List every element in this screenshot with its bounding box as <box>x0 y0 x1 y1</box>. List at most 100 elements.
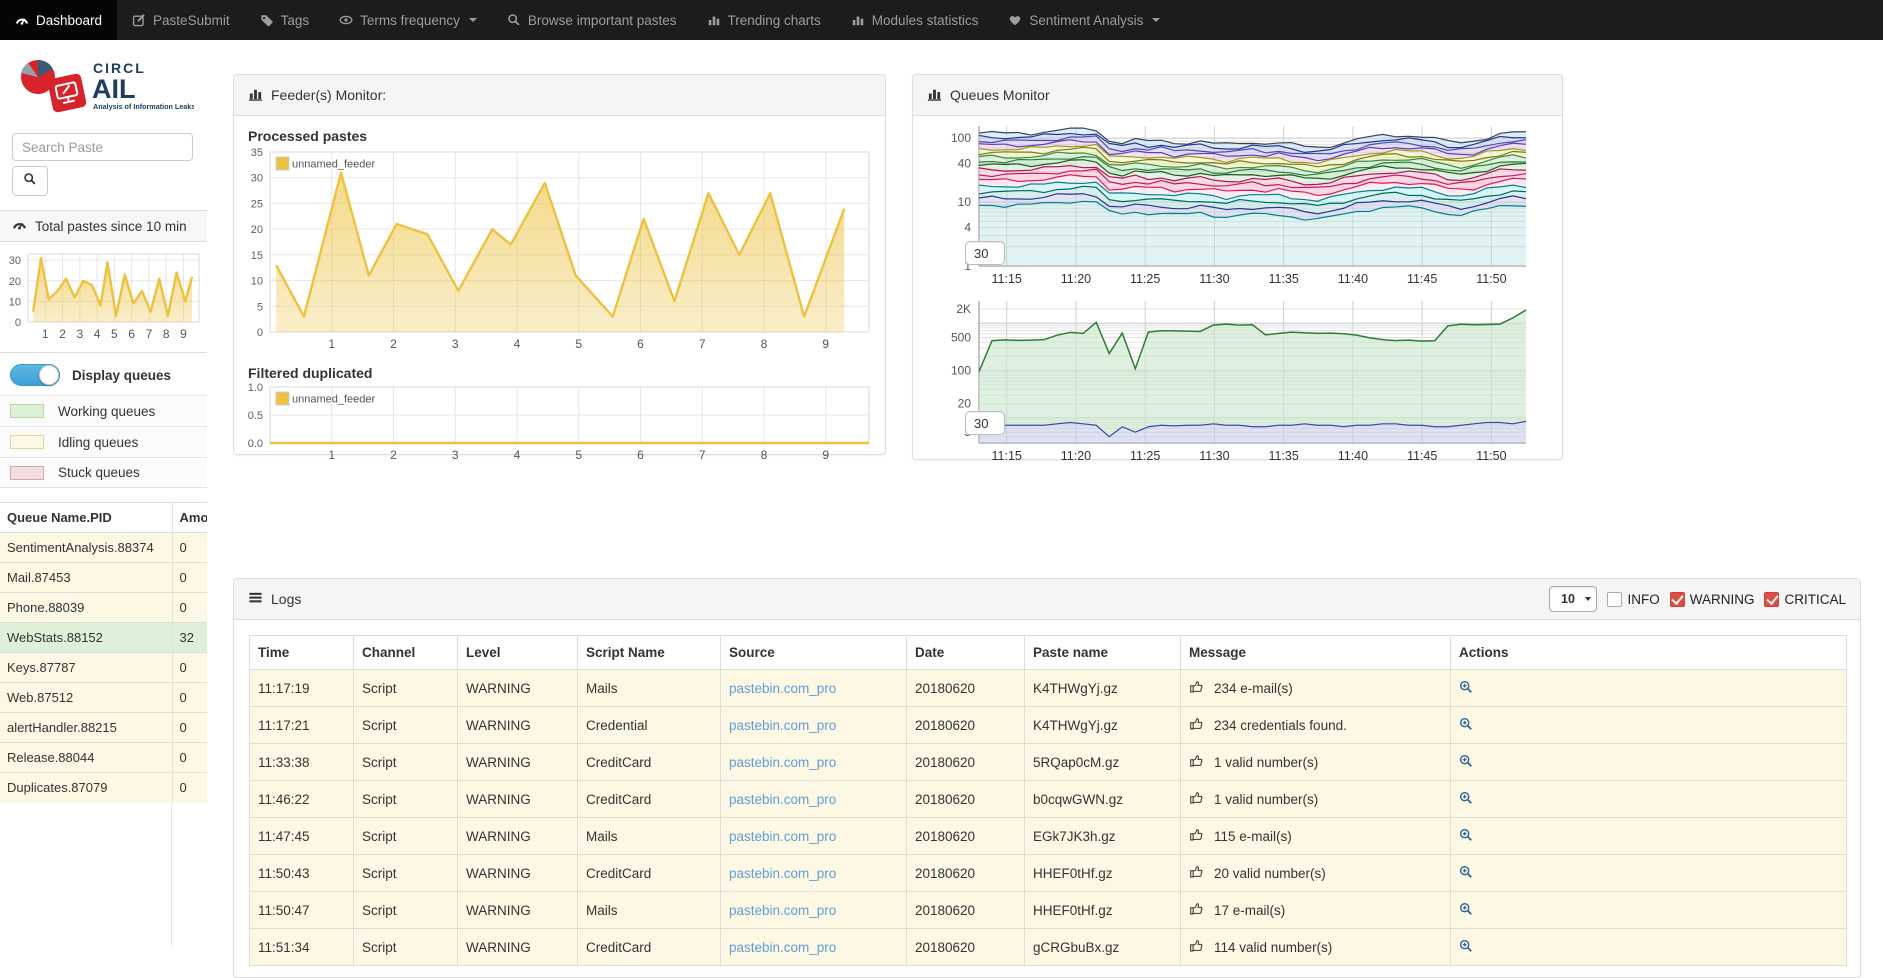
search-plus-icon[interactable] <box>1459 791 1473 805</box>
queue-row: Keys.87787 0 <box>0 653 207 683</box>
legend-item: Idling queues <box>0 426 207 457</box>
svg-text:1.0: 1.0 <box>248 383 263 394</box>
logs-column-header: Actions <box>1451 636 1847 670</box>
svg-text:11:40: 11:40 <box>1338 449 1368 463</box>
nav-item-terms-frequency[interactable]: Terms frequency <box>324 0 492 40</box>
log-date: 20180620 <box>907 707 1025 744</box>
search-plus-icon[interactable] <box>1459 717 1473 731</box>
queue-row: Release.88044 0 <box>0 743 207 773</box>
total-pastes-title: Total pastes since 10 min <box>35 219 187 234</box>
log-time: 11:33:38 <box>250 744 354 781</box>
log-source-link[interactable]: pastebin.com_pro <box>729 755 836 770</box>
nav-item-tags[interactable]: Tags <box>245 0 325 40</box>
processed-pastes-chart: 05101520253035123456789unnamed_feeder <box>244 146 875 358</box>
display-queues-row: Display queues <box>0 353 207 395</box>
svg-text:0: 0 <box>15 317 21 329</box>
log-channel: Script <box>354 818 458 855</box>
logs-column-header: Source <box>721 636 907 670</box>
thumbs-up-icon <box>1189 679 1204 697</box>
svg-text:20: 20 <box>958 397 972 411</box>
log-source-link[interactable]: pastebin.com_pro <box>729 940 836 955</box>
svg-text:1: 1 <box>328 448 335 462</box>
log-date: 20180620 <box>907 744 1025 781</box>
log-source-link[interactable]: pastebin.com_pro <box>729 681 836 696</box>
log-row: 11:50:43 Script WARNING CreditCard paste… <box>250 855 1847 892</box>
logs-header: Logs 10 INFO WARNING <box>234 579 1860 620</box>
log-source-link[interactable]: pastebin.com_pro <box>729 829 836 844</box>
svg-text:11:40: 11:40 <box>1338 272 1368 286</box>
total-pastes-header: Total pastes since 10 min <box>0 210 207 242</box>
nav-item-label: Terms frequency <box>360 13 460 28</box>
svg-text:11:30: 11:30 <box>1199 272 1229 286</box>
caret-down-icon <box>469 18 477 22</box>
search-icon <box>23 172 37 191</box>
checkbox-icon[interactable] <box>1670 592 1685 607</box>
svg-text:25: 25 <box>251 198 263 210</box>
svg-text:11:35: 11:35 <box>1268 272 1298 286</box>
log-level-filter[interactable]: CRITICAL <box>1764 592 1846 607</box>
queue-row: alertHandler.88215 0 <box>0 713 207 743</box>
page-size-select[interactable]: 10 <box>1549 586 1597 612</box>
sidebar: CIRCL AIL Analysis of Information Leaks … <box>0 40 207 946</box>
queue-table-tail <box>0 803 172 947</box>
queue-amount: 0 <box>172 533 207 563</box>
gauge-icon <box>15 13 29 27</box>
svg-text:7: 7 <box>699 337 706 351</box>
log-level-filter[interactable]: WARNING <box>1670 592 1755 607</box>
nav-item-browse-important-pastes[interactable]: Browse important pastes <box>492 0 692 40</box>
log-level: WARNING <box>458 781 578 818</box>
nav-item-pastesubmit[interactable]: PasteSubmit <box>117 0 245 40</box>
svg-text:5: 5 <box>257 301 263 313</box>
checkbox-icon[interactable] <box>1764 592 1779 607</box>
queues-chart1-window-input[interactable]: 30 <box>965 241 1005 265</box>
log-source-link[interactable]: pastebin.com_pro <box>729 866 836 881</box>
queues-rate-chart: 11:1511:2011:2511:3011:3511:4011:4511:50… <box>923 295 1554 467</box>
search-button[interactable] <box>12 166 48 196</box>
logo-monitor-icon <box>47 73 87 113</box>
checkbox-icon[interactable] <box>1607 592 1622 607</box>
display-queues-toggle[interactable] <box>10 364 60 386</box>
svg-text:2K: 2K <box>956 302 971 316</box>
nav-item-label: Modules statistics <box>872 13 979 28</box>
log-channel: Script <box>354 707 458 744</box>
svg-text:11:45: 11:45 <box>1407 449 1437 463</box>
log-source-link[interactable]: pastebin.com_pro <box>729 718 836 733</box>
queue-amount: 0 <box>172 773 207 803</box>
queue-amount: 0 <box>172 563 207 593</box>
nav-item-dashboard[interactable]: Dashboard <box>0 0 117 40</box>
nav-item-trending-charts[interactable]: Trending charts <box>692 0 836 40</box>
log-source-link[interactable]: pastebin.com_pro <box>729 792 836 807</box>
svg-text:4: 4 <box>94 327 101 341</box>
search-plus-icon[interactable] <box>1459 828 1473 842</box>
search-plus-icon[interactable] <box>1459 680 1473 694</box>
log-paste-name: 5RQap0cM.gz <box>1025 744 1181 781</box>
legend-label: Idling queues <box>58 435 138 450</box>
log-script-name: Mails <box>578 892 721 929</box>
queues-chart2-window-input[interactable]: 30 <box>965 411 1005 435</box>
log-channel: Script <box>354 929 458 966</box>
log-channel: Script <box>354 744 458 781</box>
legend-item: Working queues <box>0 395 207 426</box>
log-message: 115 e-mail(s) <box>1214 829 1292 844</box>
search-paste-input[interactable] <box>12 133 193 161</box>
queue-amount: 0 <box>172 743 207 773</box>
nav-item-modules-statistics[interactable]: Modules statistics <box>836 0 994 40</box>
nav-item-sentiment-analysis[interactable]: Sentiment Analysis <box>993 0 1175 40</box>
log-level: WARNING <box>458 855 578 892</box>
log-source-link[interactable]: pastebin.com_pro <box>729 903 836 918</box>
log-script-name: CreditCard <box>578 855 721 892</box>
log-message: 234 credentials found. <box>1214 718 1347 733</box>
search-plus-icon[interactable] <box>1459 865 1473 879</box>
search-plus-icon[interactable] <box>1459 902 1473 916</box>
log-level-filter[interactable]: INFO <box>1607 592 1659 607</box>
svg-text:11:20: 11:20 <box>1061 272 1091 286</box>
queue-amount: 0 <box>172 683 207 713</box>
svg-text:4: 4 <box>514 448 521 462</box>
svg-text:8: 8 <box>163 327 170 341</box>
svg-text:7: 7 <box>146 327 153 341</box>
svg-text:11:30: 11:30 <box>1199 449 1229 463</box>
svg-text:3: 3 <box>76 327 83 341</box>
svg-text:11:35: 11:35 <box>1268 449 1298 463</box>
search-plus-icon[interactable] <box>1459 754 1473 768</box>
filtered-duplicated-chart: 0.00.51.0123456789unnamed_feeder <box>244 383 875 469</box>
